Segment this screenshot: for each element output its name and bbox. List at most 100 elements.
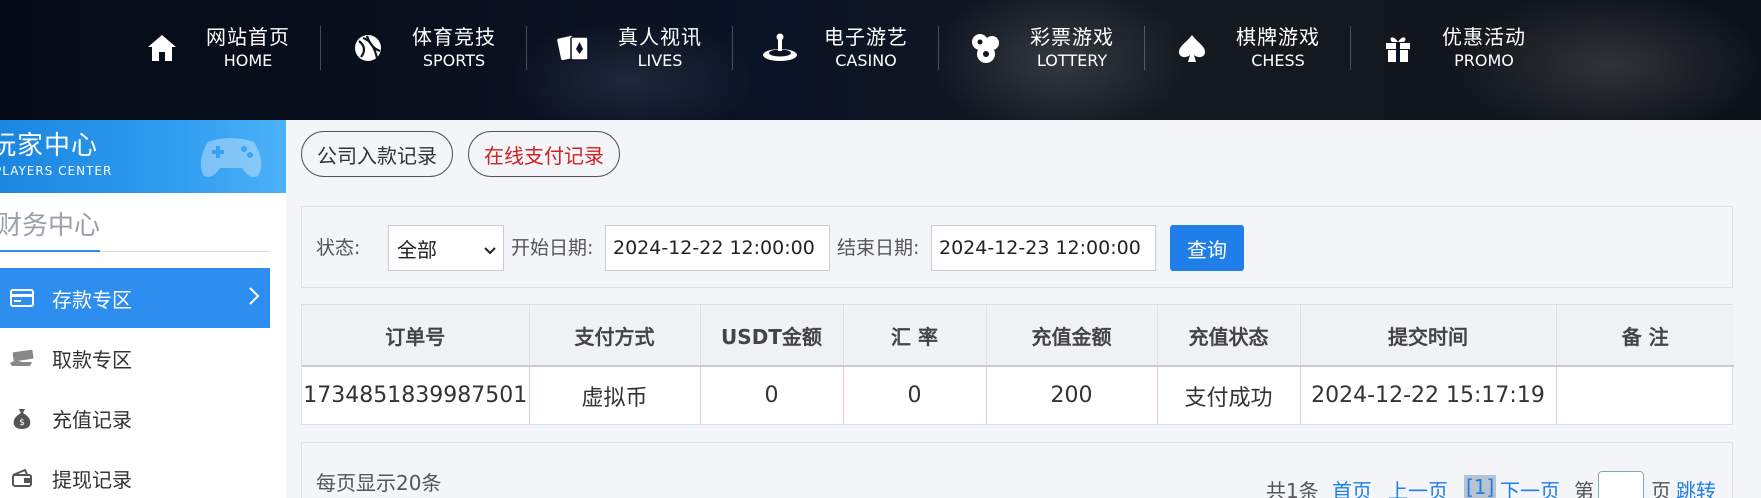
status-select-value: 全部	[397, 237, 437, 262]
nav-sublabel: HOME	[223, 51, 273, 70]
goto-prefix: 第	[1574, 479, 1594, 498]
remark-cell	[1556, 366, 1734, 424]
nav-sublabel: CASINO	[835, 51, 897, 70]
nav-item-sports[interactable]: 体育竞技 SPORTS	[326, 18, 532, 78]
chevron-right-icon	[248, 286, 260, 311]
nav-label: 真人视讯	[618, 25, 702, 49]
card-icon	[2, 287, 42, 309]
sidebar-item-deposit[interactable]: 存款专区	[0, 268, 270, 328]
payment-method-cell: 虚拟币	[529, 366, 701, 424]
sidebar: 玩家中心 PLAYERS CENTER 财务中心 存款专区 取款专区 $ 充值记…	[0, 120, 286, 498]
nav-divider	[938, 26, 939, 70]
end-date-label: 结束日期:	[837, 237, 920, 259]
home-icon	[142, 28, 182, 68]
sidebar-item-withdraw-records[interactable]: 提现记录	[0, 448, 270, 498]
sidebar-item-label: 存款专区	[52, 287, 132, 312]
money-bag-icon: $	[2, 406, 42, 430]
nav-item-lives[interactable]: 真人视讯 LIVES	[532, 18, 738, 78]
start-date-input[interactable]: 2024-12-22 12:00:00	[605, 225, 830, 271]
order-number-cell: 1734851839987501	[302, 366, 530, 424]
nav-label: 彩票游戏	[1030, 25, 1114, 49]
total-count: 共1条	[1266, 479, 1319, 498]
nav-item-chess[interactable]: 棋牌游戏 CHESS	[1150, 18, 1356, 78]
sidebar-item-label: 取款专区	[52, 347, 132, 372]
column-header: 支付方式	[529, 305, 701, 367]
sidebar-item-recharge-records[interactable]: $ 充值记录	[0, 388, 270, 448]
slot-icon	[760, 28, 800, 68]
prev-page-link[interactable]: 上一页	[1388, 475, 1448, 498]
lottery-balls-icon	[966, 28, 1006, 68]
status-select[interactable]: 全部	[388, 225, 504, 271]
recharge-status-cell: 支付成功	[1157, 366, 1301, 424]
jump-link[interactable]: 跳转	[1676, 475, 1716, 498]
current-page: [1]	[1464, 475, 1497, 498]
nav-label: 优惠活动	[1442, 25, 1526, 49]
nav-label: 网站首页	[206, 25, 290, 49]
nav-divider	[320, 26, 321, 70]
banner-subtitle: PLAYERS CENTER	[0, 164, 113, 178]
nav-item-promo[interactable]: 优惠活动 PROMO	[1356, 18, 1562, 78]
table-header-row: 订单号 支付方式 USDT金额 汇 率 充值金额 充值状态 提交时间 备 注	[302, 305, 1734, 367]
gamepad-icon	[200, 138, 262, 177]
nav-divider	[1350, 26, 1351, 70]
players-center-banner: 玩家中心 PLAYERS CENTER	[0, 120, 286, 193]
usdt-amount-cell: 0	[700, 366, 844, 424]
per-page-text: 每页显示20条	[316, 471, 442, 495]
nav-sublabel: PROMO	[1454, 51, 1514, 70]
nav-label: 电子游艺	[824, 25, 908, 49]
nav-item-lottery[interactable]: 彩票游戏 LOTTERY	[944, 18, 1150, 78]
sidebar-item-label: 提现记录	[52, 467, 132, 492]
exchange-rate-cell: 0	[843, 366, 987, 424]
section-underline	[0, 250, 100, 252]
column-header: 充值状态	[1157, 305, 1301, 367]
column-header: USDT金额	[700, 305, 844, 367]
cash-icon	[2, 347, 42, 369]
svg-text:$: $	[19, 418, 25, 428]
recharge-amount-cell: 200	[986, 366, 1158, 424]
nav-item-home[interactable]: 网站首页 HOME	[120, 18, 326, 78]
column-header: 订单号	[302, 305, 530, 367]
sidebar-item-withdraw[interactable]: 取款专区	[0, 328, 270, 388]
column-header: 备 注	[1556, 305, 1734, 367]
nav-label: 体育竞技	[412, 25, 496, 49]
next-page-link[interactable]: 下一页	[1500, 475, 1560, 498]
record-tabs: 公司入款记录 在线支付记录	[286, 120, 1761, 190]
query-button[interactable]: 查询	[1170, 225, 1244, 271]
nav-sublabel: CHESS	[1251, 51, 1305, 70]
section-divider	[100, 251, 270, 252]
status-label: 状态:	[316, 237, 361, 259]
nav-divider	[526, 26, 527, 70]
main-content: 公司入款记录 在线支付记录 状态: 全部 开始日期: 2024-12-22 12…	[286, 120, 1761, 498]
chevron-down-icon	[483, 240, 497, 264]
end-date-input[interactable]: 2024-12-23 12:00:00	[931, 225, 1156, 271]
cards-icon	[554, 28, 594, 68]
page-number-input[interactable]	[1598, 471, 1644, 498]
nav-sublabel: LIVES	[637, 51, 683, 70]
finance-center-title: 财务中心	[0, 211, 101, 241]
submit-time-cell: 2024-12-22 15:17:19	[1300, 366, 1557, 424]
nav-divider	[732, 26, 733, 70]
filter-panel: 状态: 全部 开始日期: 2024-12-22 12:00:00 结束日期: 2…	[301, 206, 1733, 288]
column-header: 汇 率	[843, 305, 987, 367]
first-page-link[interactable]: 首页	[1332, 475, 1372, 498]
top-navigation: 网站首页 HOME 体育竞技 SPORTS 真人视讯 LIVES 电子游艺 CASINO…	[0, 0, 1761, 120]
table-row: 1734851839987501 虚拟币 0 0 200 支付成功 2024-1…	[302, 366, 1734, 424]
records-table: 订单号 支付方式 USDT金额 汇 率 充值金额 充值状态 提交时间 备 注 1…	[301, 304, 1734, 425]
tab-company-deposit-records[interactable]: 公司入款记录	[301, 131, 453, 177]
goto-suffix: 页	[1651, 479, 1671, 498]
column-header: 充值金额	[986, 305, 1158, 367]
nav-sublabel: SPORTS	[422, 51, 486, 70]
nav-divider	[1144, 26, 1145, 70]
ball-icon	[348, 28, 388, 68]
tab-online-payment-records[interactable]: 在线支付记录	[468, 131, 620, 177]
nav-item-casino[interactable]: 电子游艺 CASINO	[738, 18, 944, 78]
banner-title: 玩家中心	[0, 131, 99, 161]
nav-sublabel: LOTTERY	[1036, 51, 1108, 70]
start-date-label: 开始日期:	[511, 237, 594, 259]
nav-label: 棋牌游戏	[1236, 25, 1320, 49]
column-header: 提交时间	[1300, 305, 1557, 367]
spade-icon	[1172, 28, 1212, 68]
sidebar-item-label: 充值记录	[52, 407, 132, 432]
gift-icon	[1378, 28, 1418, 68]
pagination-bar: 每页显示20条 共1条 首页 上一页 [1] 下一页 第 页 跳转	[301, 442, 1733, 498]
